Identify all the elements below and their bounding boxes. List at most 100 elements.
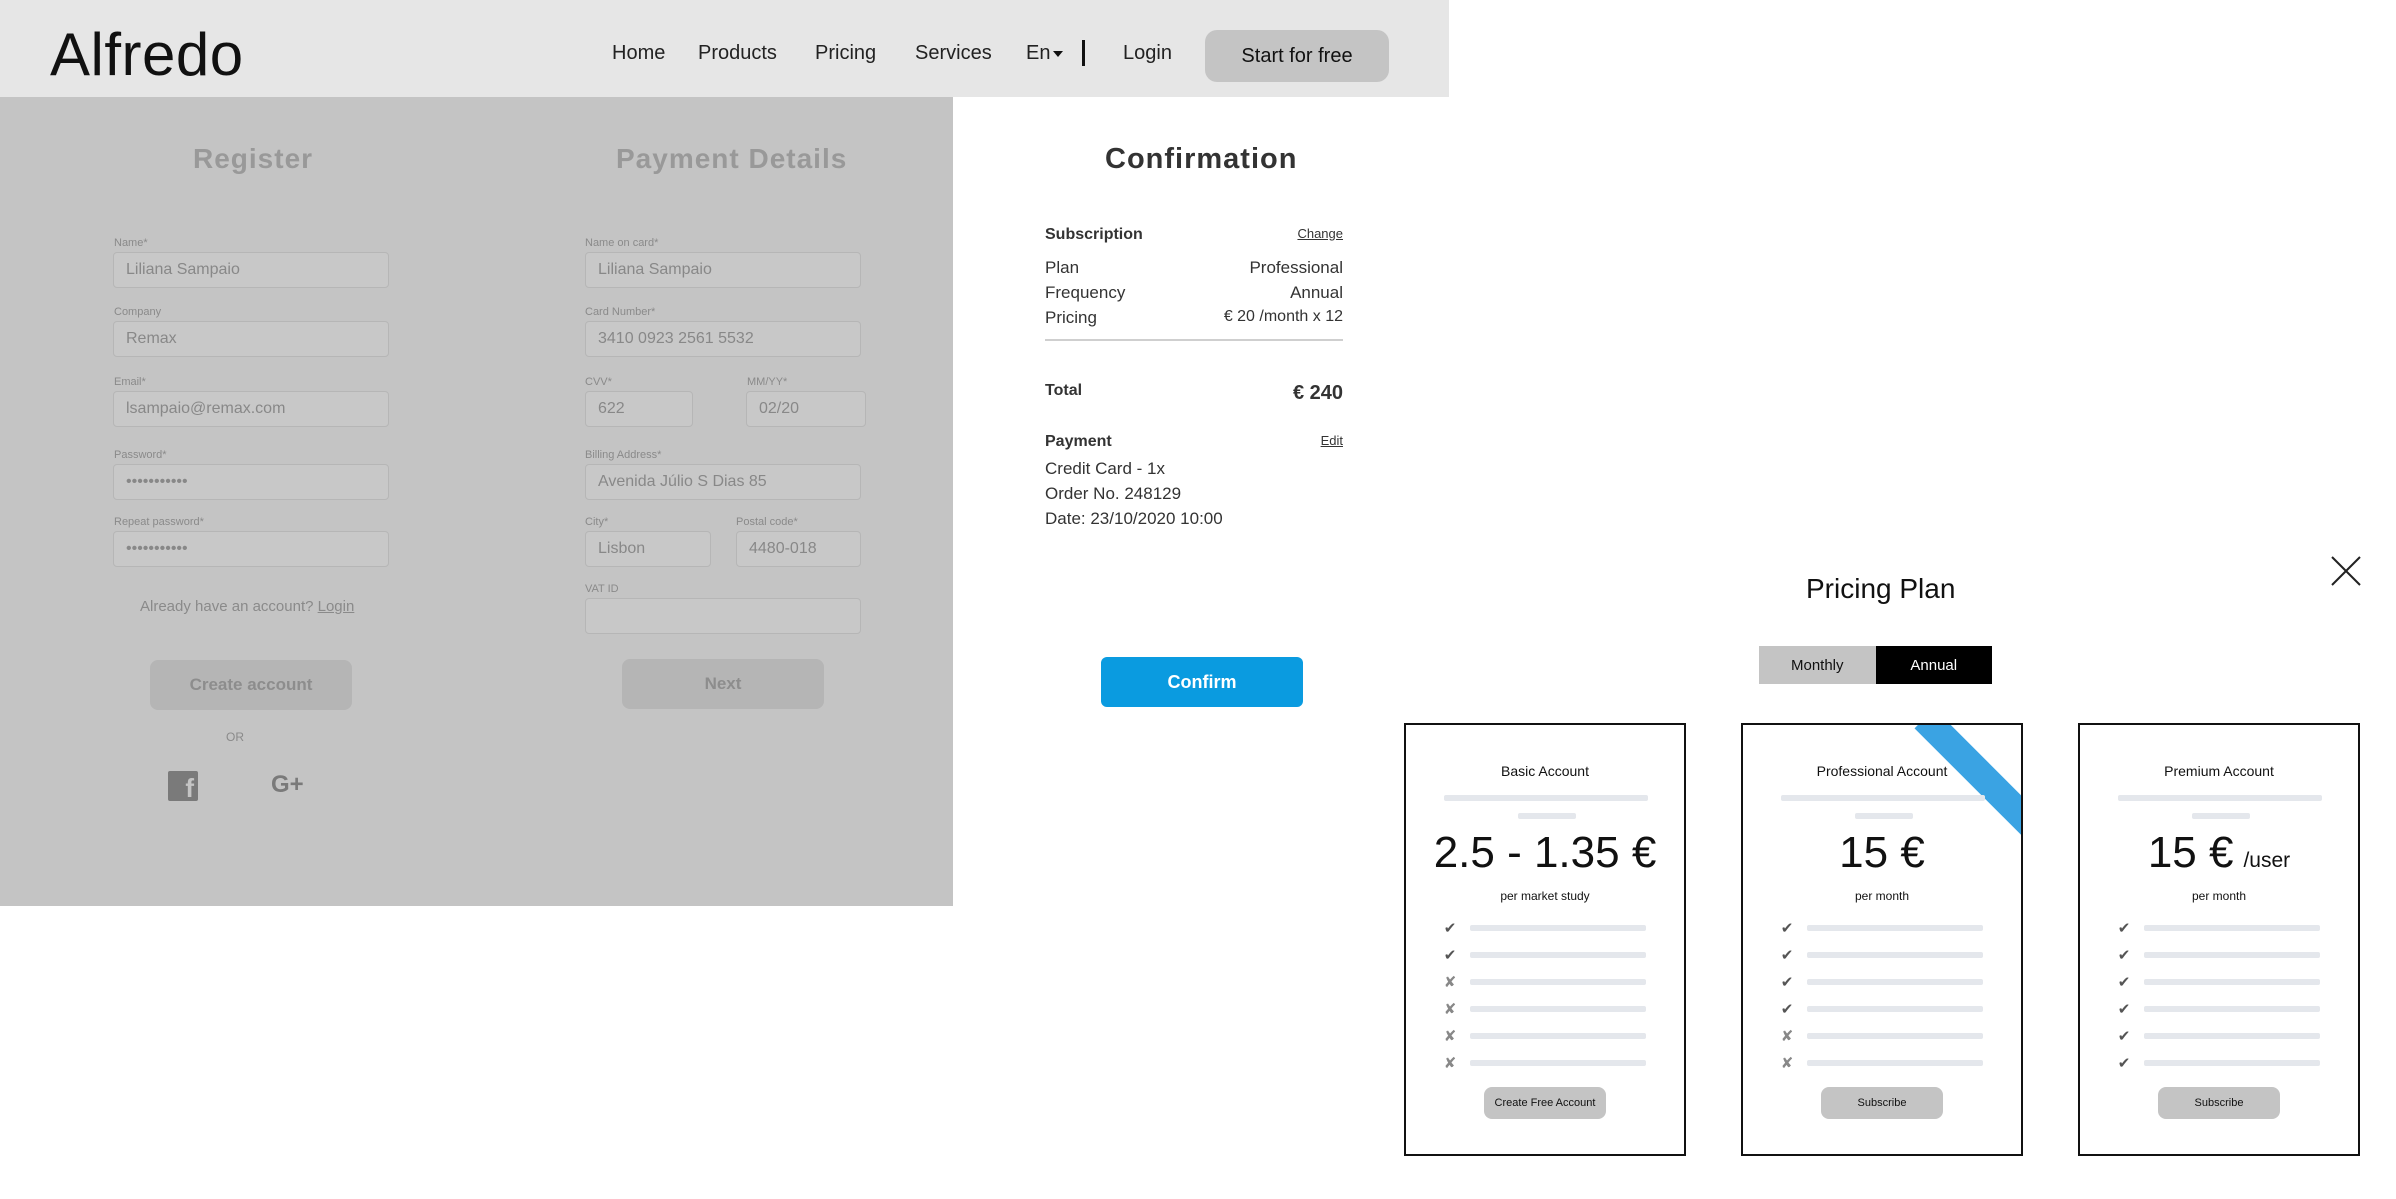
check-icon: ✔ <box>1780 920 1794 937</box>
feature-row: ✔ <box>2116 920 2326 937</box>
card-name-label: Name on card* <box>585 237 659 249</box>
repeat-password-field[interactable]: ••••••••••• <box>113 531 389 567</box>
cross-icon: ✘ <box>1780 1028 1794 1045</box>
check-icon: ✔ <box>1780 974 1794 991</box>
vat-id-label: VAT ID <box>585 583 619 595</box>
company-label: Company <box>114 306 162 318</box>
cvv-field[interactable]: 622 <box>585 391 693 427</box>
card-name-field[interactable]: Liliana Sampaio <box>585 252 861 288</box>
feature-row: ✔ <box>1779 947 1989 964</box>
city-field[interactable]: Lisbon <box>585 531 711 567</box>
nav-services[interactable]: Services <box>915 42 992 65</box>
check-icon: ✔ <box>1780 947 1794 964</box>
total-label: Total <box>1045 382 1083 399</box>
payment-method: Credit Card - 1x <box>1045 459 1165 478</box>
order-number: Order No. 248129 <box>1045 484 1182 503</box>
expiry-label: MM/YY* <box>747 376 788 388</box>
plan-price-value: 2.5 - 1.35 € <box>1433 828 1657 877</box>
nav-home[interactable]: Home <box>612 42 665 65</box>
pricing-label: Pricing <box>1045 308 1097 327</box>
create-free-account-button[interactable]: Create Free Account <box>1484 1087 1606 1119</box>
postal-code-field[interactable]: 4480-018 <box>736 531 861 567</box>
expiry-field[interactable]: 02/20 <box>746 391 866 427</box>
total-row: Total € 240 <box>1045 382 1343 405</box>
feature-row: ✘ <box>1779 1055 1989 1072</box>
name-field[interactable]: Liliana Sampaio <box>113 252 389 288</box>
already-account-label: Already have an account? <box>140 598 314 615</box>
summary-divider <box>1045 339 1343 341</box>
feature-row: ✔ <box>1442 947 1652 964</box>
check-icon: ✔ <box>2117 947 2131 964</box>
cross-icon: ✘ <box>1443 1028 1457 1045</box>
feature-row: ✔ <box>2116 974 2326 991</box>
next-button[interactable]: Next <box>622 659 824 709</box>
cvv-label: CVV* <box>585 376 612 388</box>
payment-line: Date: 23/10/2020 10:00 <box>1045 509 1343 529</box>
feature-row: ✔ <box>2116 947 2326 964</box>
feature-row: ✘ <box>1442 1001 1652 1018</box>
change-link[interactable]: Change <box>1297 226 1343 244</box>
plan-price: 15 € <box>1743 828 2021 878</box>
placeholder-text-bar <box>1470 1060 1646 1066</box>
placeholder-text-bar <box>1470 979 1646 985</box>
nav-pricing[interactable]: Pricing <box>815 42 876 65</box>
card-number-field[interactable]: 3410 0923 2561 5532 <box>585 321 861 357</box>
total-value: € 240 <box>1292 382 1343 404</box>
plan-name: Basic Account <box>1501 763 1589 779</box>
plan-price-value: 15 € <box>1839 828 1925 877</box>
password-field[interactable]: ••••••••••• <box>113 464 389 500</box>
subscription-header: Subscription Change <box>1045 226 1343 244</box>
check-icon: ✔ <box>2117 920 2131 937</box>
google-plus-icon[interactable]: G+ <box>271 771 304 799</box>
password-label: Password* <box>114 449 167 461</box>
company-field[interactable]: Remax <box>113 321 389 357</box>
placeholder-text-bar <box>1470 925 1646 931</box>
repeat-password-label: Repeat password* <box>114 516 204 528</box>
create-account-button[interactable]: Create account <box>150 660 352 710</box>
plan-value: Professional <box>1249 258 1343 277</box>
city-label: City* <box>585 516 609 528</box>
facebook-icon[interactable]: f <box>168 771 198 801</box>
payment-heading: Payment <box>1045 433 1112 450</box>
payment-line: Order No. 248129 <box>1045 484 1343 504</box>
register-login-link[interactable]: Login <box>318 598 355 615</box>
feature-row: ✘ <box>1779 1028 1989 1045</box>
subscribe-button[interactable]: Subscribe <box>1821 1087 1943 1119</box>
or-divider: OR <box>226 730 244 744</box>
feature-row: ✘ <box>1442 974 1652 991</box>
nav-products[interactable]: Products <box>698 42 777 65</box>
placeholder-text-bar <box>1807 925 1983 931</box>
logo[interactable]: Alfredo <box>50 20 244 89</box>
chevron-down-icon <box>1053 50 1064 57</box>
plan-row: Plan Professional <box>1045 258 1343 278</box>
placeholder-text-bar <box>1781 795 1985 801</box>
toggle-annual[interactable]: Annual <box>1875 646 1992 684</box>
feature-row: ✔ <box>2116 1028 2326 1045</box>
pricing-value: € 20 /month x 12 <box>1223 308 1343 325</box>
start-for-free-button[interactable]: Start for free <box>1205 30 1389 82</box>
payment-details-title: Payment Details <box>616 143 848 174</box>
already-account-text: Already have an account? Login <box>140 598 354 615</box>
confirm-button[interactable]: Confirm <box>1101 657 1303 707</box>
pricing-row: Pricing € 20 /month x 12 <box>1045 308 1343 328</box>
close-icon[interactable] <box>2330 555 2362 587</box>
frequency-value: Annual <box>1290 283 1343 302</box>
placeholder-text-bar <box>2144 1006 2320 1012</box>
email-field[interactable]: lsampaio@remax.com <box>113 391 389 427</box>
check-icon: ✔ <box>2117 1055 2131 1072</box>
feature-row: ✔ <box>2116 1001 2326 1018</box>
subscribe-button[interactable]: Subscribe <box>2158 1087 2280 1119</box>
check-icon: ✔ <box>2117 974 2131 991</box>
card-number-label: Card Number* <box>585 306 656 318</box>
login-link[interactable]: Login <box>1123 42 1172 65</box>
vat-id-field[interactable] <box>585 598 861 634</box>
language-label: En <box>1026 42 1051 64</box>
plan-price-value: 15 € <box>2147 828 2234 877</box>
edit-link[interactable]: Edit <box>1321 433 1343 451</box>
placeholder-text-bar <box>1807 1033 1983 1039</box>
toggle-monthly[interactable]: Monthly <box>1759 646 1876 684</box>
billing-address-field[interactable]: Avenida Júlio S Dias 85 <box>585 464 861 500</box>
placeholder-text-bar <box>2144 1060 2320 1066</box>
language-selector[interactable]: En <box>1026 42 1064 65</box>
plan-price: 15 € /user <box>2080 828 2358 878</box>
